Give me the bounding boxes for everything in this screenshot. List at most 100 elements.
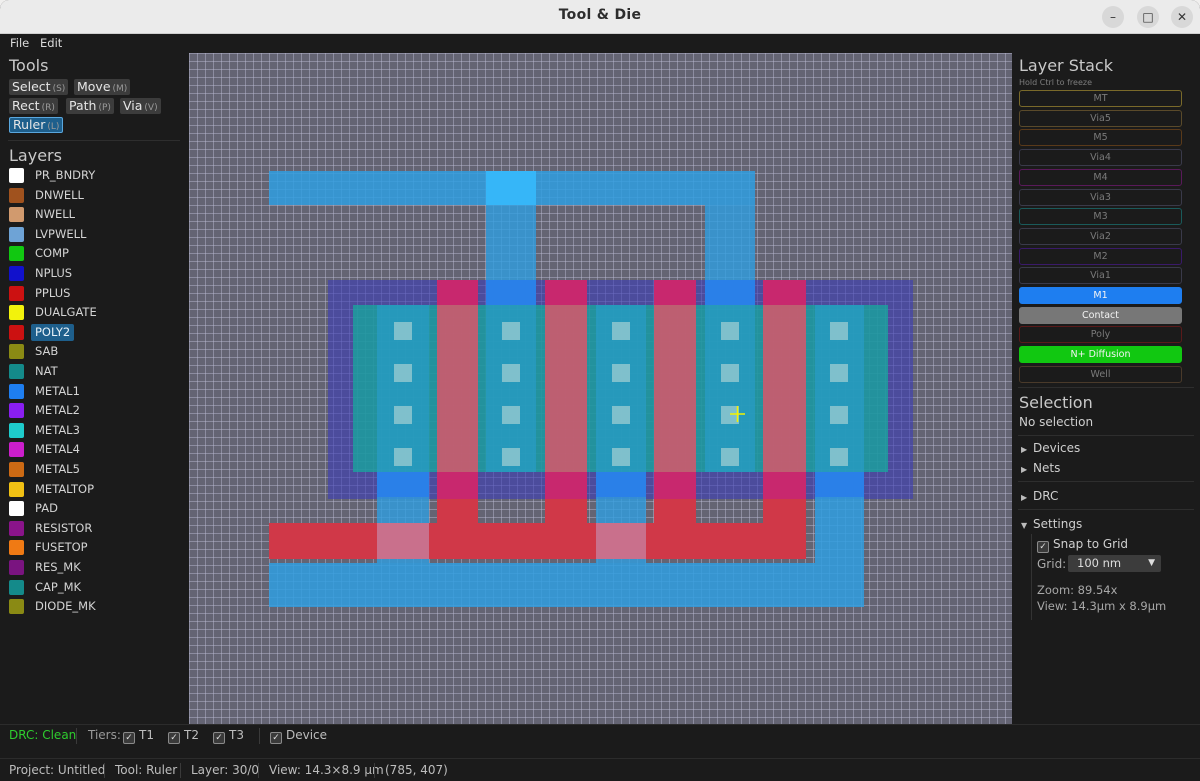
- layer-name: NAT: [35, 364, 58, 378]
- layer-item[interactable]: NWELL: [9, 206, 179, 223]
- tool-label: Select: [12, 79, 51, 94]
- drc-status: DRC: Clean: [9, 728, 77, 742]
- minimize-icon[interactable]: –: [1102, 6, 1124, 28]
- layer-stack-item[interactable]: M1: [1019, 287, 1182, 304]
- divider: [258, 763, 259, 778]
- grid-label: Grid:: [1037, 557, 1067, 571]
- layer-name: METAL2: [35, 403, 80, 418]
- tool-label: Via: [123, 98, 143, 113]
- settings-section[interactable]: ▼ Settings: [1021, 517, 1082, 531]
- contact-square: [721, 364, 739, 382]
- layer-stack-item[interactable]: Via3: [1019, 188, 1182, 206]
- menu-bar: File Edit: [0, 34, 1200, 52]
- layer-item[interactable]: METAL4: [9, 441, 179, 458]
- device-checkbox[interactable]: ✓ Device: [270, 728, 327, 744]
- layer-item[interactable]: METAL5: [9, 461, 179, 478]
- divider: [76, 728, 77, 744]
- layer-stack-item[interactable]: Poly: [1019, 326, 1182, 344]
- layer-item[interactable]: METAL1: [9, 383, 179, 400]
- m1-top-tap: [486, 171, 536, 205]
- tier-t3-checkbox[interactable]: ✓ T3: [213, 728, 244, 744]
- tool-key: (P): [98, 103, 111, 113]
- poly-end: [654, 472, 696, 499]
- m1-landing: [815, 472, 864, 497]
- layer-item[interactable]: LVPWELL: [9, 226, 179, 243]
- layer-item[interactable]: DUALGATE: [9, 304, 179, 321]
- tool-key: (M): [112, 84, 128, 94]
- contact-square: [394, 406, 412, 424]
- snap-to-grid-checkbox[interactable]: ✓ Snap to Grid: [1037, 537, 1128, 553]
- poly-end: [437, 472, 478, 499]
- layer-item[interactable]: SAB: [9, 343, 179, 360]
- layer-stack-item[interactable]: Well: [1019, 365, 1182, 383]
- layer-name: RESISTOR: [35, 520, 93, 535]
- layer-name: SAB: [35, 344, 59, 359]
- layer-item[interactable]: METALTOP: [9, 481, 179, 498]
- layer-stack-item[interactable]: N+ Diffusion: [1019, 346, 1182, 364]
- layer-item[interactable]: RESISTOR: [9, 520, 179, 537]
- tier-label: T3: [229, 728, 244, 742]
- layer-name: LVPWELL: [35, 226, 87, 241]
- devices-section[interactable]: ▶ Devices: [1021, 441, 1080, 455]
- menu-file[interactable]: File: [10, 36, 29, 50]
- layer-swatch: [9, 579, 24, 595]
- layer-item[interactable]: NPLUS: [9, 265, 179, 282]
- layer-stack-item[interactable]: Via2: [1019, 227, 1182, 245]
- section-label: Devices: [1033, 441, 1081, 455]
- tool-key: (V): [144, 103, 158, 113]
- expand-right-icon: ▶: [1021, 465, 1028, 474]
- layer-item[interactable]: PAD: [9, 500, 179, 517]
- layer-stack-item[interactable]: Via4: [1019, 149, 1182, 167]
- layer-stack-item[interactable]: Via5: [1019, 109, 1182, 127]
- layer-stack-item[interactable]: M3: [1019, 208, 1182, 226]
- layer-item[interactable]: RES_MK: [9, 559, 179, 576]
- layer-stack-item[interactable]: MT: [1019, 90, 1182, 107]
- layer-item[interactable]: NAT: [9, 363, 179, 380]
- layout-canvas[interactable]: [189, 53, 1012, 724]
- tool-path-button[interactable]: Path (P): [66, 98, 114, 114]
- maximize-icon[interactable]: □: [1137, 6, 1159, 28]
- layer-name: DUALGATE: [35, 305, 97, 320]
- view-status: View: 14.3×8.9 μm: [269, 763, 384, 777]
- layer-item[interactable]: DNWELL: [9, 187, 179, 204]
- layer-item[interactable]: PR_BNDRY: [9, 167, 179, 184]
- close-icon[interactable]: ✕: [1171, 6, 1193, 28]
- title-bar: Tool & Die – □ ✕: [0, 0, 1200, 34]
- zoom-readout: Zoom: 89.54x: [1037, 583, 1118, 597]
- tool-ruler-button[interactable]: Ruler (L): [9, 117, 64, 133]
- tier-t1-checkbox[interactable]: ✓ T1: [123, 728, 154, 744]
- drc-section[interactable]: ▶ DRC: [1021, 489, 1058, 503]
- layer-item[interactable]: PPLUS: [9, 285, 179, 302]
- divider: [1018, 435, 1194, 436]
- checkbox-label: Snap to Grid: [1053, 537, 1129, 551]
- layer-name: COMP: [35, 246, 69, 261]
- layer-swatch: [9, 246, 24, 262]
- layer-item[interactable]: CAP_MK: [9, 579, 179, 596]
- cursor-coordinates: (785, 407): [385, 763, 448, 777]
- menu-edit[interactable]: Edit: [40, 36, 62, 50]
- layer-item[interactable]: POLY2: [9, 323, 179, 341]
- view-readout: View: 14.3μm x 8.9μm: [1037, 599, 1167, 613]
- tool-key: (S): [52, 84, 66, 94]
- layer-stack-item[interactable]: M4: [1019, 168, 1182, 186]
- tool-select-button[interactable]: Select (S): [9, 79, 69, 95]
- tier-t2-checkbox[interactable]: ✓ T2: [168, 728, 199, 744]
- contact-square: [502, 364, 520, 382]
- nets-section[interactable]: ▶ Nets: [1021, 461, 1060, 475]
- layer-item[interactable]: COMP: [9, 245, 179, 262]
- layer-stack-item[interactable]: M5: [1019, 129, 1182, 147]
- layer-stack-item[interactable]: Via1: [1019, 267, 1182, 285]
- layer-item[interactable]: DIODE_MK: [9, 598, 179, 615]
- tool-via-button[interactable]: Via (V): [120, 98, 161, 114]
- contact-square: [612, 448, 630, 466]
- poly-bus: [269, 523, 806, 559]
- grid-select[interactable]: 100 nm ▼: [1068, 555, 1161, 572]
- tool-label: Move: [77, 79, 111, 94]
- tool-move-button[interactable]: Move (M): [74, 79, 131, 95]
- layer-item[interactable]: METAL3: [9, 422, 179, 439]
- layer-item[interactable]: FUSETOP: [9, 539, 179, 556]
- tool-rect-button[interactable]: Rect (R): [9, 98, 58, 114]
- layer-stack-item[interactable]: M2: [1019, 247, 1182, 265]
- layer-item[interactable]: METAL2: [9, 402, 179, 419]
- layer-stack-item[interactable]: Contact: [1019, 306, 1182, 324]
